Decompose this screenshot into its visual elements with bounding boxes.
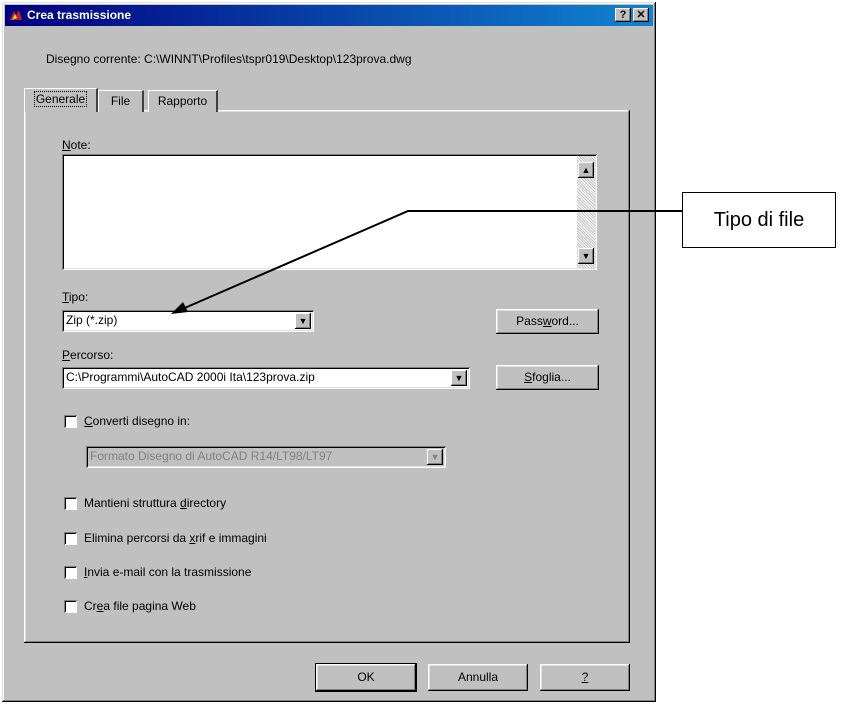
tab-generale-label: Generale: [33, 91, 88, 107]
tab-generale[interactable]: Generale: [24, 88, 98, 112]
callout-arrow: [171, 210, 682, 314]
callout-box: Tipo di file: [682, 192, 836, 248]
